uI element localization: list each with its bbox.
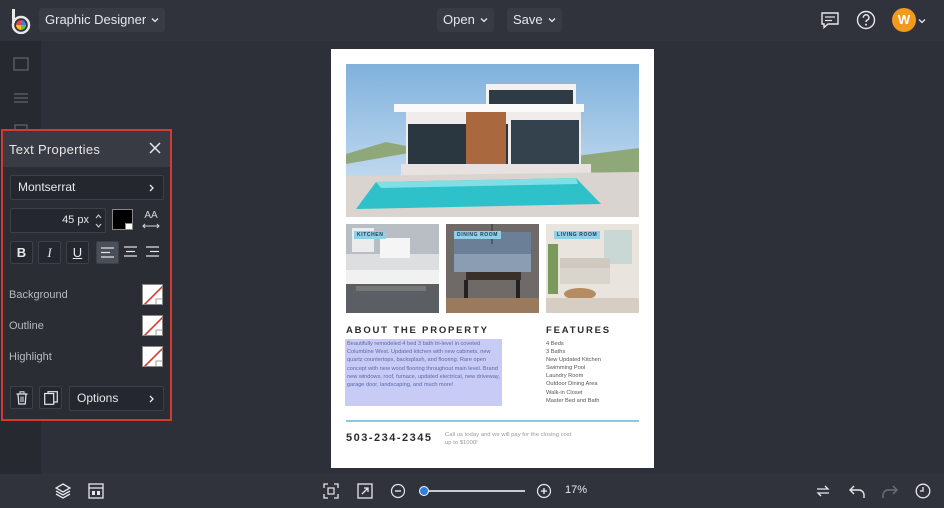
text-case-toggle[interactable]: AA — [140, 210, 162, 231]
text-properties-panel: Text Properties Montserrat 45 px AA B I … — [1, 129, 172, 421]
open-label: Open — [443, 12, 475, 27]
living-room-tag: LIVING ROOM — [554, 231, 601, 239]
font-family-value: Montserrat — [18, 180, 76, 194]
bottom-bar: 17% — [0, 474, 944, 508]
phone-number[interactable]: 503-234-2345 — [346, 432, 433, 444]
save-button[interactable]: Save — [507, 8, 562, 32]
fit-to-screen-icon[interactable] — [323, 483, 339, 499]
feature-item: Walk-in Closet — [546, 389, 583, 396]
kitchen-tag: KITCHEN — [354, 231, 387, 239]
feature-item: 3 Baths — [546, 349, 566, 356]
outline-color-swatch[interactable] — [142, 315, 163, 336]
align-left-button[interactable] — [96, 241, 119, 264]
zoom-slider-handle[interactable] — [419, 486, 429, 496]
call-to-action-text[interactable]: Call us today and we will pay for the cl… — [445, 432, 575, 447]
chevron-right-icon — [149, 184, 154, 192]
background-color-swatch[interactable] — [142, 284, 163, 305]
panel-header: Text Properties — [3, 131, 170, 167]
history-icon[interactable] — [915, 483, 931, 499]
save-label: Save — [513, 12, 543, 27]
house-hero-image[interactable] — [346, 64, 639, 217]
chevron-down-icon[interactable] — [918, 17, 926, 25]
divider-line[interactable] — [346, 420, 639, 422]
layers-icon[interactable] — [55, 483, 71, 499]
align-center-button[interactable] — [119, 241, 142, 264]
open-button[interactable]: Open — [437, 8, 494, 32]
align-center-icon — [124, 246, 137, 257]
panel-title: Text Properties — [9, 142, 101, 157]
stepper-icon[interactable] — [95, 212, 102, 230]
undo-icon[interactable] — [849, 483, 865, 499]
about-text-selected[interactable]: Beautifully remodeled 4 bed 3 bath tri-l… — [345, 339, 502, 406]
underline-button[interactable]: U — [66, 241, 89, 264]
text-tool-icon[interactable] — [13, 91, 29, 105]
dining-room-tag: DINING ROOM — [454, 231, 502, 239]
close-icon[interactable] — [148, 141, 162, 155]
comment-icon — [821, 12, 839, 29]
about-heading[interactable]: ABOUT THE PROPERTY — [346, 325, 489, 336]
italic-button[interactable]: I — [38, 241, 61, 264]
chevron-down-icon — [151, 18, 159, 23]
font-size-value: 45 px — [62, 214, 89, 226]
duplicate-button[interactable] — [39, 386, 62, 409]
font-size-input[interactable]: 45 px — [10, 208, 106, 233]
expand-icon[interactable] — [357, 483, 373, 499]
highlight-color-swatch[interactable] — [142, 346, 163, 367]
feature-item: Outdoor Dining Area — [546, 381, 598, 388]
options-button[interactable]: Options — [69, 386, 164, 411]
font-family-select[interactable]: Montserrat — [10, 175, 164, 200]
delete-button[interactable] — [10, 386, 33, 409]
highlight-label: Highlight — [9, 351, 52, 363]
redo-icon[interactable] — [882, 483, 898, 499]
features-list[interactable]: 4 Beds 3 Baths New Updated Kitchen Swimm… — [546, 340, 601, 405]
top-bar: Graphic Designer Open Save W — [0, 0, 944, 41]
avatar[interactable]: W — [892, 8, 916, 32]
options-label: Options — [77, 391, 119, 405]
help-icon — [856, 10, 876, 30]
design-type-label: Graphic Designer — [45, 12, 147, 27]
align-right-icon — [146, 246, 159, 257]
image-tool-icon[interactable] — [13, 57, 29, 71]
no-color-icon — [143, 316, 162, 335]
chevron-right-icon — [149, 395, 154, 403]
align-right-button[interactable] — [141, 241, 164, 264]
bold-button[interactable]: B — [10, 241, 33, 264]
chevron-down-icon — [480, 18, 488, 23]
zoom-level: 17% — [565, 484, 588, 496]
design-type-menu[interactable]: Graphic Designer — [39, 8, 166, 32]
swap-icon[interactable] — [815, 483, 831, 499]
trash-icon — [16, 390, 27, 405]
help-button[interactable] — [855, 9, 877, 31]
chevron-down-icon — [548, 18, 556, 23]
app-logo-icon[interactable] — [10, 8, 32, 34]
features-heading[interactable]: FEATURES — [546, 325, 611, 336]
feature-item: Master Bed and Bath — [546, 397, 600, 404]
layout-grid-icon[interactable] — [88, 483, 104, 499]
feature-item: New Updated Kitchen — [546, 357, 602, 364]
text-color-swatch[interactable] — [112, 209, 133, 230]
align-left-icon — [101, 247, 114, 258]
chevron-down-icon — [125, 223, 133, 230]
feedback-button[interactable] — [819, 9, 841, 31]
double-arrow-icon — [142, 223, 160, 229]
outline-label: Outline — [9, 320, 44, 332]
design-page[interactable]: KITCHEN DINING ROOM LIVING ROOM ABOUT TH… — [331, 49, 654, 468]
feature-item: Swimming Pool — [546, 365, 586, 372]
background-label: Background — [9, 289, 68, 301]
zoom-out-icon[interactable] — [390, 483, 406, 499]
zoom-slider-track[interactable] — [424, 490, 525, 492]
feature-item: Laundry Room — [546, 373, 584, 380]
zoom-in-icon[interactable] — [536, 483, 552, 499]
no-color-icon — [143, 347, 162, 366]
no-color-icon — [143, 285, 162, 304]
copy-icon — [43, 390, 58, 405]
feature-item: 4 Beds — [546, 341, 564, 347]
